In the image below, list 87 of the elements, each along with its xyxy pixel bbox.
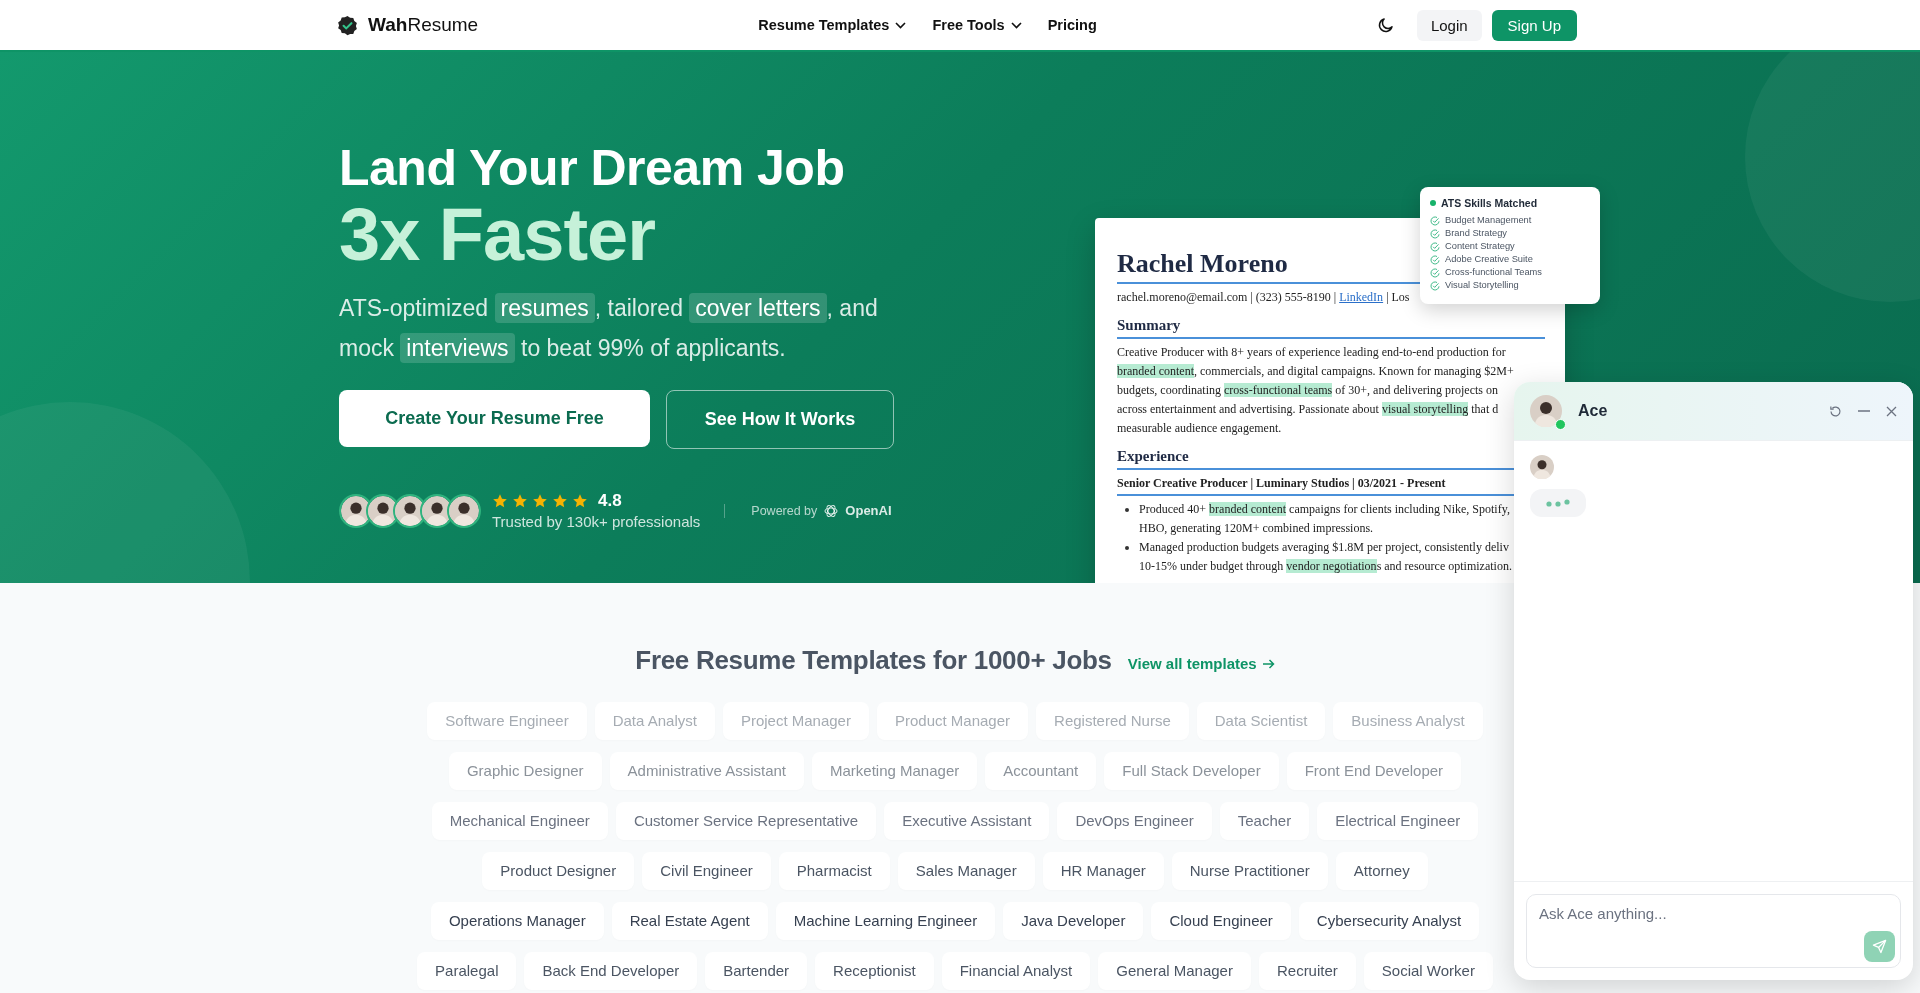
linkedin-link[interactable]: LinkedIn [1339,290,1384,304]
job-template-chip[interactable]: Java Developer [1003,902,1144,940]
job-template-chip[interactable]: Financial Analyst [941,952,1091,990]
bullet-dot [1125,508,1129,512]
star-icon [552,493,568,509]
hero-title: Land Your Dream Job [339,140,846,196]
nav-link[interactable]: Free Tools [932,17,1022,33]
job-template-chip[interactable]: Machine Learning Engineer [775,902,996,940]
job-template-chip[interactable]: Executive Assistant [884,802,1050,840]
job-template-chip[interactable]: Mechanical Engineer [431,802,608,840]
section-heading: Summary [1117,316,1182,335]
section-heading: Experience [1117,447,1190,466]
avatar-icon [1530,395,1562,427]
resume-name: Rachel Moreno [1117,248,1288,280]
avatar-icon [447,493,481,528]
check-circle-icon [1430,215,1440,226]
job-template-chip[interactable]: Recruiter [1258,952,1356,990]
skill-label: Brand Strategy [1445,227,1507,240]
job-template-chip[interactable]: Operations Manager [430,902,604,940]
check-badge-icon [337,14,358,36]
message-input[interactable]: Ask Ace anything... [1526,894,1901,968]
job-template-chip[interactable]: Cloud Engineer [1151,902,1291,940]
job-template-chip[interactable]: Customer Service Representative [615,802,877,840]
job-template-chip[interactable]: DevOps Engineer [1057,802,1212,840]
job-template-chip[interactable]: Product Designer [482,852,635,890]
job-template-chip[interactable]: Back End Developer [524,952,698,990]
login-button[interactable]: Login [1416,9,1482,41]
check-circle-icon [1430,241,1440,252]
refresh-icon[interactable] [1829,404,1842,418]
job-template-chip[interactable]: Attorney [1335,852,1428,890]
job-template-chip[interactable]: HR Manager [1042,852,1164,890]
job-template-chip[interactable]: Teacher [1219,802,1310,840]
view-all-templates-link[interactable]: View all templates [1127,655,1275,672]
create-resume-button[interactable]: Create Your Resume Free [339,390,650,447]
assistant-name: Ace [1578,402,1609,420]
skill-label: Cross-functional Teams [1445,266,1542,279]
chevron-down-icon [1010,21,1022,29]
star-icon [532,493,548,509]
arrow-right-icon [1262,658,1275,669]
job-template-chip[interactable]: Electrical Engineer [1317,802,1479,840]
job-template-chip[interactable]: Receptionist [815,952,934,990]
check-circle-icon [1430,280,1440,291]
how-it-works-button[interactable]: See How It Works [666,390,894,449]
bullet-dot [1125,546,1129,550]
bullet-text: Produced 40+ branded content campaigns for clients including Nike, Spotify, HBO, generating 120M+ combined impressions. [1139,501,1510,537]
knot-icon [823,502,840,519]
job-template-chip[interactable]: Paralegal [417,952,517,990]
typing-dots-icon [1546,499,1570,507]
status-dot [1430,200,1436,206]
chevron-down-icon [895,21,907,29]
job-template-chip[interactable]: Social Worker [1363,952,1493,990]
brand-logo[interactable]: WahResume [368,14,479,36]
check-circle-icon [1430,228,1440,239]
job-template-chip[interactable]: General Manager [1098,952,1251,990]
send-icon [1872,939,1887,954]
job-title-line: Senior Creative Producer | Luminary Studios | 03/2021 - Present [1117,475,1447,492]
moon-icon[interactable] [1376,16,1395,34]
job-template-chip[interactable]: Bartender [705,952,808,990]
ats-title: ATS Skills Matched [1441,197,1538,209]
star-icon [572,493,588,509]
skill-label: Content Strategy [1445,240,1515,253]
powered-by-label: Powered by [751,503,818,518]
job-template-chip[interactable]: Sales Manager [897,852,1035,890]
openai-brand: OpenAI [845,503,892,518]
bullet-text: Managed production budgets averaging $1.8M per project, consistently deliv 10-15% under budget through vendor negotiations and resource optimization. [1139,539,1512,575]
job-template-chip[interactable]: Real Estate Agent [611,902,768,940]
rating-score: 4.8 [598,491,622,511]
close-icon[interactable] [1886,405,1897,417]
skill-label: Budget Management [1445,214,1532,227]
job-template-chip[interactable]: Cybersecurity Analyst [1298,902,1480,940]
star-icon [492,493,508,509]
nav-link[interactable]: Pricing [1047,17,1097,33]
hero-subtitle: ATS-optimized resumes , tailored cover letters , and mock interviews to beat 99% of applicants. [339,292,879,365]
check-circle-icon [1430,267,1440,278]
skill-label: Visual Storytelling [1445,279,1519,292]
nav-link[interactable]: Resume Templates [758,17,907,33]
check-circle-icon [1430,254,1440,265]
job-template-chip[interactable]: Nurse Practitioner [1171,852,1328,890]
skill-label: Adobe Creative Suite [1445,253,1533,266]
star-icon [512,493,528,509]
job-template-chip[interactable]: Civil Engineer [642,852,771,890]
section-title: Free Resume Templates for 1000+ Jobs [635,645,1112,676]
job-template-chip[interactable]: Pharmacist [778,852,890,890]
signup-button[interactable]: Sign Up [1491,9,1577,41]
trust-caption: Trusted by 130k+ professionals [492,513,701,530]
hero-title-accent: 3x Faster [339,196,656,274]
avatar-icon [1530,455,1554,479]
